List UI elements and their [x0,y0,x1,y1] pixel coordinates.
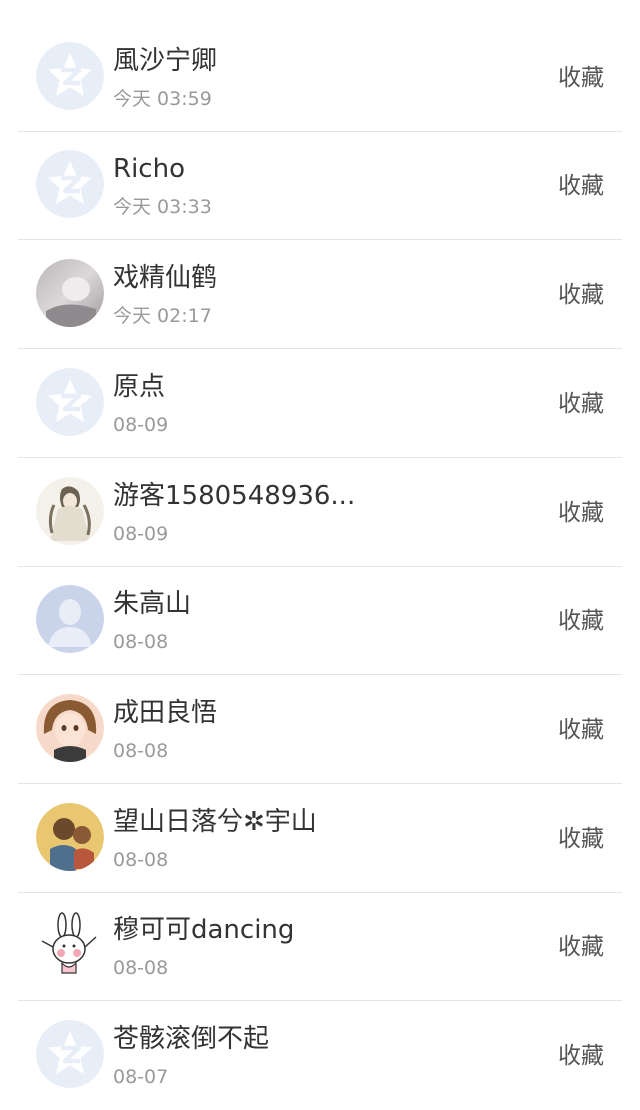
list-item[interactable]: 穆可可dancing 08-08 收藏 [0,893,640,1001]
visit-time: 08-09 [113,523,169,545]
visitor-name: Richo [113,154,185,184]
favorite-button[interactable]: 收藏 [558,605,604,637]
visit-time: 08-08 [113,631,169,653]
divider [18,674,622,675]
divider [18,457,622,458]
illustrated-figure-avatar[interactable] [36,477,104,545]
visitor-name: 成田良悟 [113,698,218,728]
favorite-button[interactable]: 收藏 [558,931,604,963]
visit-time: 今天 02:17 [113,305,212,327]
list-item[interactable]: 望山日落兮✲宇山 08-08 收藏 [0,785,640,893]
list-item[interactable]: 風沙宁卿 今天 03:59 收藏 [0,24,640,132]
visitor-name: 游客1580548936... [113,481,356,511]
visitor-name: 苍骸滚倒不起 [113,1024,270,1054]
divider [18,348,622,349]
default-qzone-avatar[interactable] [36,368,104,436]
visit-time: 今天 03:33 [113,196,212,218]
default-qzone-avatar[interactable] [36,150,104,218]
favorite-button[interactable]: 收藏 [558,823,604,855]
list-item[interactable]: 原点 08-09 收藏 [0,350,640,458]
list-item[interactable]: 朱高山 08-08 收藏 [0,567,640,675]
visit-time: 08-08 [113,740,169,762]
visitor-name: 戏精仙鹤 [113,263,218,293]
visit-time: 08-08 [113,957,169,979]
visitor-list: 風沙宁卿 今天 03:59 收藏 Richo 今天 03:33 收藏 戏精仙鹤 … [0,0,640,1101]
favorite-button[interactable]: 收藏 [558,714,604,746]
list-item[interactable]: 游客1580548936... 08-09 收藏 [0,459,640,567]
visitor-name: 穆可可dancing [113,915,295,945]
divider [18,783,622,784]
divider [18,1000,622,1001]
favorite-button[interactable]: 收藏 [558,279,604,311]
favorite-button[interactable]: 收藏 [558,1040,604,1072]
favorite-button[interactable]: 收藏 [558,170,604,202]
list-item[interactable]: 成田良悟 08-08 收藏 [0,676,640,784]
divider [18,239,622,240]
anime-girl-avatar[interactable] [36,694,104,762]
visit-time: 08-07 [113,1066,169,1088]
favorite-button[interactable]: 收藏 [558,62,604,94]
visitor-name: 望山日落兮✲宇山 [113,807,317,837]
visit-time: 08-08 [113,849,169,871]
list-item[interactable]: 戏精仙鹤 今天 02:17 收藏 [0,241,640,349]
list-item[interactable]: Richo 今天 03:33 收藏 [0,132,640,240]
favorite-button[interactable]: 收藏 [558,497,604,529]
favorite-button[interactable]: 收藏 [558,388,604,420]
visit-time: 今天 03:59 [113,88,212,110]
gray-photo-avatar[interactable] [36,259,104,327]
default-qzone-avatar[interactable] [36,42,104,110]
visitor-name: 風沙宁卿 [113,46,218,76]
visit-time: 08-09 [113,414,169,436]
visitor-name: 朱高山 [113,589,192,619]
default-qzone-avatar[interactable] [36,1020,104,1088]
cartoon-kids-avatar[interactable] [36,803,104,871]
rabbit-avatar[interactable] [36,911,104,979]
visitor-name: 原点 [113,372,166,402]
list-item[interactable]: 苍骸滚倒不起 08-07 收藏 [0,1002,640,1110]
default-person-avatar[interactable] [36,585,104,653]
